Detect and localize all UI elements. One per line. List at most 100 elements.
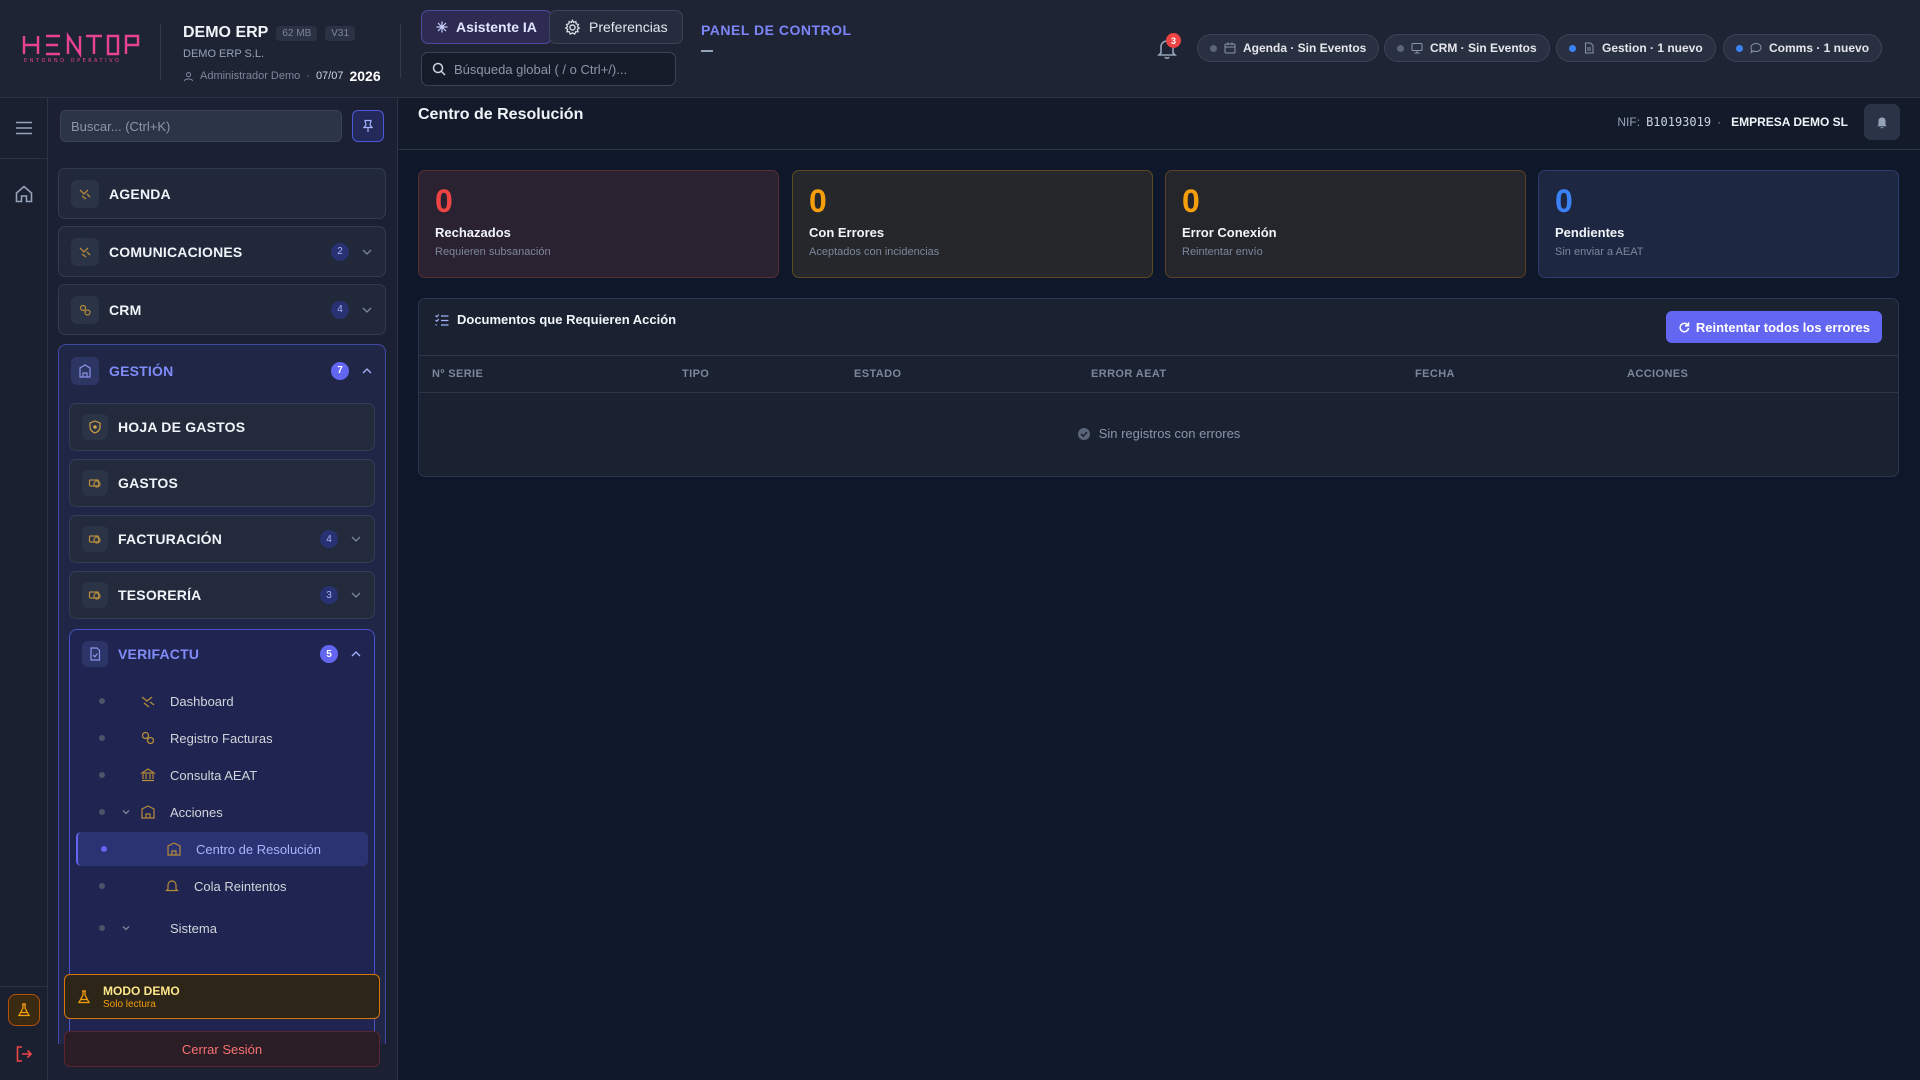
demo-mode-banner: MODO DEMO Solo lectura xyxy=(64,974,380,1019)
sidebar-subitem-registro-facturas[interactable]: Registro Facturas xyxy=(76,721,368,755)
pill-label: Agenda · Sin Eventos xyxy=(1243,41,1367,55)
nif-label: NIF: xyxy=(1617,115,1641,129)
preferences-button[interactable]: Preferencias xyxy=(549,10,683,44)
ai-assistant-label: Asistente IA xyxy=(456,19,537,35)
stat-card-pendientes[interactable]: 0 Pendientes Sin enviar a AEAT xyxy=(1538,170,1899,278)
column-header-error-aeat[interactable]: ERROR AEAT xyxy=(1091,368,1167,380)
column-header-fecha[interactable]: FECHA xyxy=(1415,368,1455,380)
global-search-input[interactable] xyxy=(454,61,654,77)
stat-value: 0 xyxy=(1182,183,1200,219)
bullet xyxy=(99,698,105,704)
company-nif: NIF: B10193019 · EMPRESA DEMO SL xyxy=(1617,115,1848,129)
check-circle-icon xyxy=(1077,427,1090,440)
subitem-label: Centro de Resolución xyxy=(196,841,322,857)
sidebar-item-gastos[interactable]: GASTOS xyxy=(69,459,375,507)
sidebar-item-label: VERIFACTU xyxy=(118,646,200,662)
column-header-estado[interactable]: ESTADO xyxy=(854,368,901,380)
sidebar-subitem-dashboard[interactable]: Dashboard xyxy=(76,684,368,718)
sidebar-search[interactable] xyxy=(60,110,342,142)
sidebar-item-label: COMUNICACIONES xyxy=(109,243,243,260)
pill-label: Gestion · 1 nuevo xyxy=(1602,41,1703,55)
company-info: DEMO ERP 62 MB V31 DEMO ERP S.L. Adminis… xyxy=(160,24,381,84)
sidebar-subitem-cola-reintentos[interactable]: Cola Reintentos xyxy=(76,869,368,903)
bell-icon xyxy=(165,880,179,892)
sidebar-item-agenda[interactable]: AGENDA xyxy=(58,168,386,219)
search-icon xyxy=(432,62,446,76)
control-panel-link[interactable]: PANEL DE CONTROL xyxy=(701,22,852,38)
flask-icon[interactable] xyxy=(8,994,40,1026)
sidebar-item-label: CRM xyxy=(109,301,142,318)
module-icon xyxy=(71,295,99,324)
stat-card-con-errores[interactable]: 0 Con Errores Aceptados con incidencias xyxy=(792,170,1153,278)
table-title-text: Documentos que Requieren Acción xyxy=(457,312,677,327)
retry-all-label: Reintentar todos los errores xyxy=(1695,319,1870,335)
table-title: Documentos que Requieren Acción xyxy=(435,312,676,327)
sidebar-item-gestion[interactable]: GESTIÓN 7 xyxy=(59,345,385,396)
stat-label: Con Errores xyxy=(809,225,885,240)
sidebar-item-comunicaciones[interactable]: COMUNICACIONES 2 xyxy=(58,226,386,277)
subitem-label: Acciones xyxy=(170,804,223,820)
column-header-tipo[interactable]: TIPO xyxy=(682,368,709,380)
ai-assistant-button[interactable]: Asistente IA xyxy=(421,10,552,44)
sparkle-icon xyxy=(436,21,448,33)
divider xyxy=(400,24,401,78)
comms-status-pill[interactable]: Comms · 1 nuevo xyxy=(1723,34,1883,62)
sidebar-item-verifactu[interactable]: VERIFACTU 5 xyxy=(70,630,374,678)
money-icon xyxy=(82,582,108,608)
money-icon xyxy=(82,470,108,496)
sidebar-item-facturacion[interactable]: FACTURACIÓN 4 xyxy=(69,515,375,563)
fiscal-year[interactable]: 2026 xyxy=(349,68,380,84)
sidebar-subitem-consulta-aeat[interactable]: Consulta AEAT xyxy=(76,758,368,792)
company-name: DEMO ERP xyxy=(183,24,269,41)
sidebar-item-tesoreria[interactable]: TESORERÍA 3 xyxy=(69,571,375,619)
subitem-label: Sistema xyxy=(170,920,217,936)
sidebar-subitem-acciones[interactable]: Acciones xyxy=(76,795,368,829)
sidebar-search-input[interactable] xyxy=(71,118,311,134)
module-icon xyxy=(71,237,99,266)
nif-value: B10193019 xyxy=(1646,115,1712,129)
bullet xyxy=(99,809,105,815)
app-logo[interactable]: ENTORNO OPERATIVO xyxy=(22,32,142,64)
bullet xyxy=(99,883,105,889)
sidebar-subitem-centro-de-resolucion[interactable]: Centro de Resolución xyxy=(76,832,368,866)
hamburger-menu-icon[interactable] xyxy=(10,114,38,142)
sidebar-item-label: FACTURACIÓN xyxy=(118,531,223,547)
count-badge: 4 xyxy=(320,530,338,548)
sidebar-item-label: AGENDA xyxy=(109,185,171,202)
crm-status-pill[interactable]: CRM · Sin Eventos xyxy=(1384,34,1550,62)
preferences-label: Preferencias xyxy=(589,19,668,35)
divider xyxy=(419,392,1898,393)
stat-card-rechazados[interactable]: 0 Rechazados Requieren subsanación xyxy=(418,170,779,278)
chevron-down-icon xyxy=(350,589,362,601)
stat-hint: Sin enviar a AEAT xyxy=(1555,246,1644,258)
agenda-status-pill[interactable]: Agenda · Sin Eventos xyxy=(1197,34,1380,62)
retry-all-button[interactable]: Reintentar todos los errores xyxy=(1665,311,1882,343)
sidebar-subitem-sistema[interactable]: Sistema xyxy=(76,911,368,945)
column-header-serie[interactable]: Nº SERIE xyxy=(432,368,483,380)
count-badge: 7 xyxy=(331,361,349,380)
bell-icon[interactable] xyxy=(1864,104,1900,140)
sidebar-item-hoja-de-gastos[interactable]: HOJA DE GASTOS xyxy=(69,403,375,451)
gestion-status-pill[interactable]: Gestion · 1 nuevo xyxy=(1556,34,1716,62)
sidebar-item-crm[interactable]: CRM 4 xyxy=(58,284,386,335)
chevron-down-icon xyxy=(361,246,373,258)
sidebar-item-label: GESTIÓN xyxy=(109,362,174,379)
user-name: Administrador Demo xyxy=(200,70,301,82)
logout-button[interactable]: Cerrar Sesión xyxy=(64,1031,380,1067)
stat-hint: Aceptados con incidencias xyxy=(809,246,940,258)
subitem-label: Consulta AEAT xyxy=(170,767,258,783)
demo-mode-title: MODO DEMO xyxy=(103,983,180,998)
global-search[interactable] xyxy=(421,52,676,86)
chevron-down-icon xyxy=(122,926,130,931)
stat-card-error-conexion[interactable]: 0 Error Conexión Reintentar envío xyxy=(1165,170,1526,278)
flask-icon xyxy=(77,989,91,1003)
subitem-label: Registro Facturas xyxy=(170,730,273,746)
building-icon xyxy=(71,356,99,385)
pin-icon[interactable] xyxy=(352,110,384,142)
svg-text:ENTORNO OPERATIVO: ENTORNO OPERATIVO xyxy=(24,58,121,64)
document-icon xyxy=(1585,42,1594,54)
stat-value: 0 xyxy=(809,183,827,219)
logout-icon[interactable] xyxy=(10,1040,38,1068)
divider xyxy=(0,158,48,159)
home-icon[interactable] xyxy=(10,180,38,208)
